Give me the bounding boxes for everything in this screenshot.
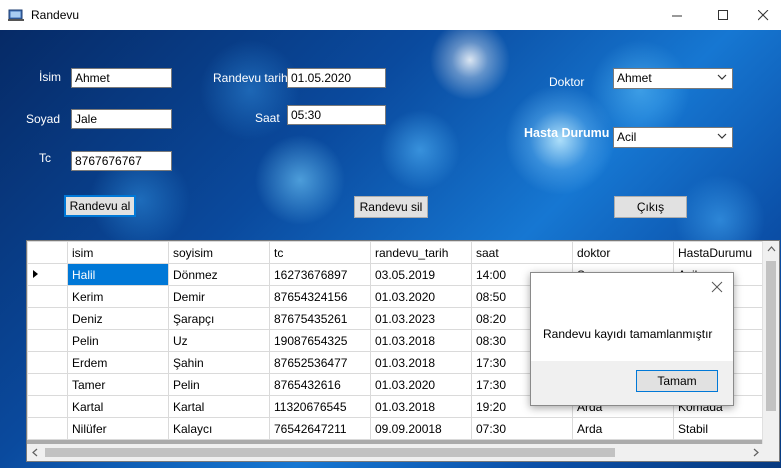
row-header-corner xyxy=(27,241,68,264)
table-row[interactable]: Nilüfer Kalaycı 76542647211 09.09.20018 07:3… xyxy=(27,417,775,440)
table-cell[interactable]: 09.09.20018 xyxy=(370,417,472,440)
column-header[interactable]: soyisim xyxy=(168,241,270,264)
scroll-up-icon[interactable] xyxy=(763,241,780,258)
app-icon xyxy=(8,9,24,21)
row-header[interactable] xyxy=(27,285,68,308)
doktor-label: Doktor xyxy=(549,75,585,89)
table-cell[interactable]: Stabil xyxy=(673,417,775,440)
chevron-down-icon xyxy=(717,74,727,80)
randevu-sil-button[interactable]: Randevu sil xyxy=(354,196,428,218)
row-header[interactable] xyxy=(27,417,68,440)
scrollbar-corner xyxy=(762,444,779,461)
table-cell[interactable]: 01.03.2018 xyxy=(370,351,472,374)
row-header[interactable] xyxy=(27,263,68,286)
column-header[interactable]: tc xyxy=(269,241,371,264)
dialog-footer: Tamam xyxy=(531,361,733,405)
close-icon xyxy=(758,9,769,20)
minimize-icon xyxy=(671,15,682,16)
randevu-tarihi-input[interactable]: 01.05.2020 xyxy=(287,68,386,88)
table-cell[interactable]: 03.05.2019 xyxy=(370,263,472,286)
table-cell[interactable]: Dönmez xyxy=(168,263,270,286)
table-cell[interactable]: Erdem xyxy=(67,351,169,374)
table-cell[interactable]: 01.03.2023 xyxy=(370,307,472,330)
table-cell[interactable]: 87654324156 xyxy=(269,285,371,308)
row-header[interactable] xyxy=(27,395,68,418)
row-header[interactable] xyxy=(27,307,68,330)
column-header[interactable]: isim xyxy=(67,241,169,264)
header-row: isim soyisim tc randevu_tarih saat dokto… xyxy=(27,241,775,264)
maximize-icon xyxy=(717,9,728,20)
tc-input[interactable]: 8767676767 xyxy=(71,151,172,171)
row-header[interactable] xyxy=(27,373,68,396)
title-bar: Randevu xyxy=(0,0,781,30)
table-cell[interactable]: Kerim xyxy=(67,285,169,308)
maximize-button[interactable] xyxy=(700,0,746,30)
table-cell[interactable]: 87652536477 xyxy=(269,351,371,374)
current-row-icon xyxy=(33,269,38,278)
horizontal-scrollbar[interactable] xyxy=(27,444,764,461)
doktor-selected-value: Ahmet xyxy=(617,71,652,85)
table-cell[interactable]: Halil xyxy=(67,263,169,286)
table-cell[interactable]: 01.03.2020 xyxy=(370,285,472,308)
table-cell[interactable]: Tamer xyxy=(67,373,169,396)
table-cell[interactable]: Şarapçı xyxy=(168,307,270,330)
close-button[interactable] xyxy=(746,0,781,30)
table-cell[interactable]: 01.03.2018 xyxy=(370,329,472,352)
table-cell[interactable]: 11320676545 xyxy=(269,395,371,418)
row-header[interactable] xyxy=(27,329,68,352)
cikis-button[interactable]: Çıkış xyxy=(614,196,687,218)
column-header[interactable]: randevu_tarih xyxy=(370,241,472,264)
soyad-label: Soyad xyxy=(26,112,61,126)
table-cell[interactable]: Pelin xyxy=(168,373,270,396)
soyad-input[interactable]: Jale xyxy=(71,109,172,129)
table-cell[interactable]: 07:30 xyxy=(471,417,573,440)
close-icon[interactable] xyxy=(711,281,723,293)
table-cell[interactable]: 87675435261 xyxy=(269,307,371,330)
saat-input[interactable]: 05:30 xyxy=(287,105,386,125)
message-dialog: Randevu kayıdı tamamlanmıştır Tamam xyxy=(530,272,734,406)
hasta-durumu-selected-value: Acil xyxy=(617,130,637,144)
randevu-al-button[interactable]: Randevu al xyxy=(64,195,136,217)
table-cell[interactable]: Şahin xyxy=(168,351,270,374)
isim-input[interactable]: Ahmet xyxy=(71,68,172,88)
table-cell[interactable]: 16273676897 xyxy=(269,263,371,286)
table-cell[interactable]: Arda xyxy=(572,417,674,440)
table-cell[interactable]: Nilüfer xyxy=(67,417,169,440)
table-cell[interactable]: Kartal xyxy=(67,395,169,418)
column-header[interactable]: saat xyxy=(471,241,573,264)
table-cell[interactable]: 01.03.2018 xyxy=(370,395,472,418)
vertical-scroll-thumb[interactable] xyxy=(766,261,776,411)
table-cell[interactable]: Kalaycı xyxy=(168,417,270,440)
window-title: Randevu xyxy=(31,8,80,22)
randevu-tarihi-label: Randevu tarihi xyxy=(213,71,291,85)
table-cell[interactable]: 76542647211 xyxy=(269,417,371,440)
minimize-button[interactable] xyxy=(654,0,700,30)
table-cell[interactable]: 8765432616 xyxy=(269,373,371,396)
scroll-left-icon[interactable] xyxy=(27,444,44,461)
hasta-durumu-select[interactable]: Acil xyxy=(613,127,733,148)
saat-label: Saat xyxy=(255,111,280,125)
table-cell[interactable]: Pelin xyxy=(67,329,169,352)
ok-button[interactable]: Tamam xyxy=(636,370,718,392)
table-cell[interactable]: Deniz xyxy=(67,307,169,330)
vertical-scrollbar[interactable] xyxy=(762,241,779,447)
row-header[interactable] xyxy=(27,351,68,374)
doktor-select[interactable]: Ahmet xyxy=(613,68,733,89)
column-header[interactable]: HastaDurumu xyxy=(673,241,775,264)
table-cell[interactable]: 01.03.2020 xyxy=(370,373,472,396)
table-cell[interactable]: Demir xyxy=(168,285,270,308)
table-cell[interactable]: 19087654325 xyxy=(269,329,371,352)
dialog-message: Randevu kayıdı tamamlanmıştır xyxy=(543,327,713,341)
horizontal-scroll-thumb[interactable] xyxy=(45,448,615,457)
column-header[interactable]: doktor xyxy=(572,241,674,264)
table-cell[interactable]: Uz xyxy=(168,329,270,352)
chevron-down-icon xyxy=(717,133,727,139)
hasta-durumu-label: Hasta Durumu xyxy=(524,126,610,140)
table-cell[interactable]: Kartal xyxy=(168,395,270,418)
isim-label: İsim xyxy=(39,70,61,84)
tc-label: Tc xyxy=(39,151,51,165)
